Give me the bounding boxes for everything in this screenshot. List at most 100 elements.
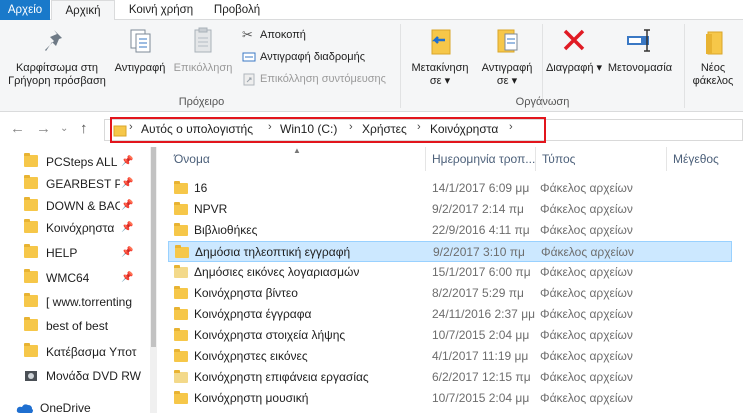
nav-item[interactable]: best of best (24, 315, 144, 337)
nav-item-label: HELP (46, 246, 78, 260)
nav-item[interactable]: Μονάδα DVD RW (24, 365, 144, 387)
file-date: 14/1/2017 6:09 μμ (432, 181, 530, 195)
dvd-drive-icon (25, 371, 37, 381)
nav-item[interactable]: HELP 📌 (24, 242, 144, 264)
nav-item[interactable]: Κατέβασμα Υποτ (24, 341, 144, 363)
folder-icon (174, 328, 188, 341)
up-arrow-icon[interactable]: ↑ (80, 120, 88, 137)
copy-to-icon (497, 29, 518, 53)
file-name: Κοινόχρηστα στοιχεία λήψης (194, 328, 346, 342)
delete-button[interactable]: Διαγραφή ▾ (544, 24, 604, 75)
cloud-icon (16, 404, 33, 413)
navigation-pane: PCSteps ALL 📌 GEARBEST PC 📌 DOWN & BAC 📌… (0, 147, 150, 413)
file-type: Φάκελος αρχείων (540, 370, 633, 384)
tab-view[interactable]: Προβολή (207, 0, 267, 20)
scrollbar-thumb[interactable] (151, 147, 156, 347)
file-row[interactable]: 16 14/1/2017 6:09 μμ Φάκελος αρχείων (168, 178, 732, 199)
folder-icon (175, 245, 189, 258)
nav-item-label: PCSteps ALL (46, 155, 118, 169)
nav-item-label: best of best (46, 319, 109, 333)
paste-button[interactable]: Επικόλληση (170, 24, 236, 75)
copy-button[interactable]: Αντιγραφή (110, 24, 170, 75)
folder-icon (174, 370, 188, 383)
column-header-size[interactable]: Μέγεθος (667, 147, 743, 171)
column-header-type[interactable]: Τύπος (536, 147, 667, 171)
file-type: Φάκελος αρχείων (540, 202, 633, 216)
file-row[interactable]: Κοινόχρηστη μουσική 10/7/2015 2:04 μμ Φά… (168, 388, 732, 409)
file-row[interactable]: Κοινόχρηστη επιφάνεια εργασίας 6/2/2017 … (168, 367, 732, 388)
column-header-date[interactable]: Ημερομηνία τροπ... (426, 147, 536, 171)
tab-share[interactable]: Κοινή χρήση (121, 0, 201, 20)
folder-icon (174, 265, 188, 278)
cut-button[interactable]: ✂ Αποκοπή (240, 26, 306, 44)
tab-file[interactable]: Αρχείο (0, 0, 50, 20)
folder-icon (24, 175, 38, 189)
folder-icon (24, 269, 38, 283)
folder-icon (174, 349, 188, 362)
back-arrow-icon[interactable]: ← (10, 120, 25, 137)
nav-item[interactable]: [ www.torrenting (24, 291, 144, 313)
folder-icon (24, 219, 38, 233)
file-type: Φάκελος αρχείων (540, 349, 633, 363)
file-row[interactable]: Βιβλιοθήκες 22/9/2016 4:11 πμ Φάκελος αρ… (168, 220, 732, 241)
folder-icon (174, 307, 188, 320)
new-folder-label-line2: φάκελος (692, 75, 734, 87)
rename-label: Μετονομασία (607, 62, 673, 74)
nav-item[interactable]: Κοινόχρηστα 📌 (24, 217, 144, 239)
forward-arrow-icon[interactable]: → (36, 120, 51, 137)
paste-icon (194, 27, 212, 53)
nav-item-onedrive[interactable]: OneDrive (16, 397, 136, 413)
nav-item-label: Κοινόχρηστα (46, 221, 115, 235)
file-row[interactable]: NPVR 9/2/2017 2:14 πμ Φάκελος αρχείων (168, 199, 732, 220)
new-folder-label-line1: Νέος (700, 62, 726, 74)
move-to-icon (431, 29, 451, 55)
rename-button[interactable]: Μετονομασία (602, 24, 678, 75)
new-folder-button[interactable]: Νέος φάκελος (688, 24, 738, 88)
folder-icon (174, 202, 188, 215)
ribbon-home: Καρφίτσωμα στη Γρήγορη πρόσβαση Αντιγραφ… (0, 20, 743, 112)
file-type: Φάκελος αρχείων (541, 245, 634, 259)
address-highlight-box (110, 117, 546, 143)
nav-pane-scrollbar[interactable] (150, 147, 157, 413)
file-name: Δημόσιες εικόνες λογαριασμών (194, 265, 360, 279)
file-date: 6/2/2017 12:15 πμ (432, 370, 531, 384)
file-row[interactable]: Κοινόχρηστα στοιχεία λήψης 10/7/2015 2:0… (168, 325, 732, 346)
folder-icon (174, 286, 188, 299)
folder-icon (24, 244, 38, 258)
folder-icon (174, 391, 188, 404)
nav-item[interactable]: DOWN & BAC 📌 (24, 195, 144, 217)
column-header-name[interactable]: Όνομα (168, 147, 426, 171)
file-type: Φάκελος αρχείων (540, 265, 633, 279)
file-row[interactable]: Δημόσιες εικόνες λογαριασμών 15/1/2017 6… (168, 262, 732, 283)
cut-label: Αποκοπή (260, 29, 306, 41)
copy-path-button[interactable]: Αντιγραφή διαδρομής (240, 48, 365, 66)
pin-icon (45, 30, 62, 51)
ribbon-separator (684, 24, 685, 108)
ribbon-tab-bar: Αρχείο Αρχική Κοινή χρήση Προβολή (0, 0, 743, 21)
nav-item[interactable]: WMC64 📌 (24, 267, 144, 289)
nav-item[interactable]: PCSteps ALL 📌 (24, 151, 144, 173)
copy-path-label: Αντιγραφή διαδρομής (260, 51, 366, 63)
chevron-down-icon: ▾ (441, 75, 451, 87)
file-row[interactable]: Κοινόχρηστες εικόνες 4/1/2017 11:19 μμ Φ… (168, 346, 732, 367)
folder-icon (24, 197, 38, 211)
move-to-button[interactable]: Μετακίνηση σε ▾ (405, 24, 475, 88)
pin-icon: 📌 (121, 247, 134, 258)
file-row[interactable]: Κοινόχρηστα έγγραφα 24/11/2016 2:37 μμ Φ… (168, 304, 732, 325)
tab-home[interactable]: Αρχική (51, 0, 115, 21)
file-row-selected[interactable]: Δημόσια τηλεοπτική εγγραφή 9/2/2017 3:10… (168, 241, 732, 262)
file-row[interactable]: Κοινόχρηστα βίντεο 8/2/2017 5:29 πμ Φάκε… (168, 283, 732, 304)
file-date: 4/1/2017 11:19 μμ (432, 349, 529, 363)
new-folder-icon (706, 31, 723, 55)
recent-locations-chevron-icon[interactable]: ⌄ (60, 123, 68, 134)
copy-to-button[interactable]: Αντιγραφή σε ▾ (475, 24, 539, 88)
file-type: Φάκελος αρχείων (540, 391, 633, 405)
paste-shortcut-button[interactable]: Επικόλληση συντόμευσης (240, 70, 386, 88)
pin-icon: 📌 (121, 156, 134, 167)
file-name: NPVR (194, 202, 228, 216)
nav-item[interactable]: GEARBEST PC 📌 (24, 173, 144, 195)
pin-quick-access-button[interactable]: Καρφίτσωμα στη Γρήγορη πρόσβαση (4, 24, 110, 88)
copy-path-icon (242, 52, 256, 62)
file-date: 15/1/2017 6:00 πμ (432, 265, 531, 279)
chevron-down-icon: ▾ (508, 75, 518, 87)
